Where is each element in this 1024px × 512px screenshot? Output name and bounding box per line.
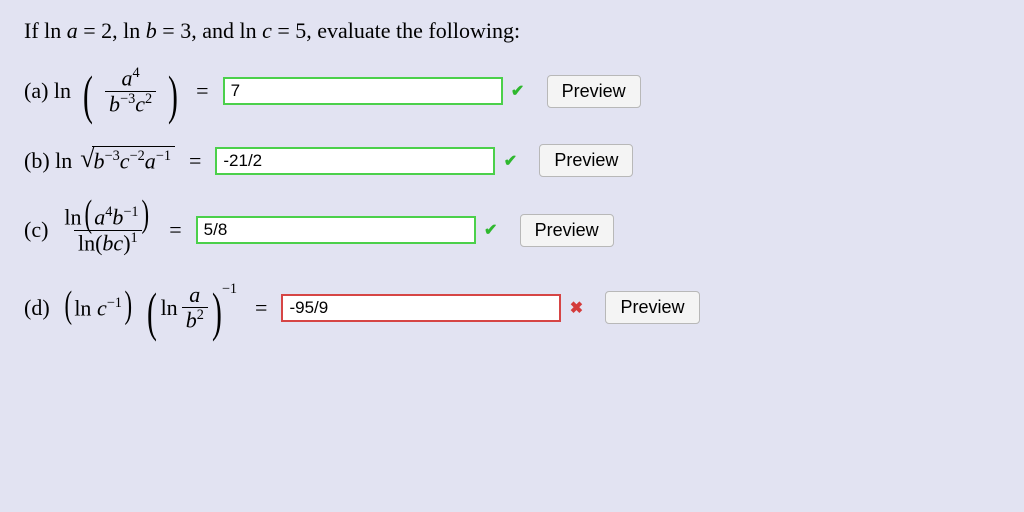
expr: b	[112, 204, 123, 229]
equals-sign: =	[169, 217, 181, 243]
expr: −3	[105, 148, 120, 164]
expr: ln	[64, 204, 81, 229]
frac-d: a b2	[182, 283, 208, 333]
expr: 1	[131, 230, 138, 246]
prompt-text: = 3, and ln	[157, 18, 262, 43]
answer-b-input[interactable]	[215, 147, 495, 175]
var-a: a	[67, 18, 78, 43]
check-icon: ✔	[501, 151, 519, 171]
part-d-label: (d)	[24, 295, 50, 321]
expr: −1	[107, 295, 122, 311]
radical-icon: √	[80, 146, 94, 172]
frac-a: a4 b−3c2	[105, 66, 156, 116]
equals-sign: =	[189, 148, 201, 174]
var-c: c	[262, 18, 272, 43]
frac-d-num: a	[185, 283, 204, 307]
answer-d-input[interactable]	[281, 294, 561, 322]
cross-icon: ✖	[567, 298, 585, 318]
expr: a	[189, 282, 200, 307]
expr: 2	[145, 91, 152, 107]
prompt-text: If ln	[24, 18, 67, 43]
answer-c-input[interactable]	[196, 216, 476, 244]
d-factor2: ( ln a b2 ) −1	[143, 283, 241, 333]
equals-sign: =	[255, 295, 267, 321]
expr: 4	[133, 65, 140, 81]
preview-a-button[interactable]: Preview	[547, 75, 641, 108]
check-icon: ✔	[509, 81, 527, 101]
outer-exp: −1	[222, 281, 237, 298]
part-d-row: (d) (ln c−1) ( ln a b2 ) −1 = ✖ Preview	[24, 283, 1000, 333]
check-icon: ✔	[482, 220, 500, 240]
d-factor1: (ln c−1)	[62, 295, 135, 321]
preview-b-button[interactable]: Preview	[539, 144, 633, 177]
sqrt-b: √ b−3c−2a−1	[80, 146, 175, 174]
expr: 2	[197, 307, 204, 323]
part-c-row: (c) ln(a4b−1) ln(bc)1 = ✔ Preview	[24, 205, 1000, 255]
part-a-row: (a) ln ( a4 b−3c2 ) = ✔ Preview	[24, 66, 1000, 116]
part-b-label: (b) ln	[24, 148, 72, 174]
expr: c	[120, 149, 130, 174]
expr: a	[122, 65, 133, 90]
var-b: b	[146, 18, 157, 43]
equals-sign: =	[196, 78, 208, 104]
frac-a-num: a4	[118, 66, 144, 91]
frac-d-den: b2	[182, 307, 208, 333]
frac-c: ln(a4b−1) ln(bc)1	[60, 205, 155, 255]
expr: −3	[120, 91, 135, 107]
part-b-row: (b) ln √ b−3c−2a−1 = ✔ Preview	[24, 144, 1000, 177]
radicand: b−3c−2a−1	[92, 146, 175, 174]
expr: a	[94, 204, 105, 229]
preview-d-button[interactable]: Preview	[605, 291, 699, 324]
expr: b	[109, 91, 120, 116]
question-prompt: If ln a = 2, ln b = 3, and ln c = 5, eva…	[24, 18, 1000, 44]
expr: c	[97, 295, 107, 320]
expr: ln	[161, 295, 178, 321]
prompt-text: = 2, ln	[78, 18, 146, 43]
part-c-label: (c)	[24, 217, 48, 243]
expr: bc	[102, 230, 123, 255]
expr: ln	[74, 295, 97, 320]
expr: c	[135, 91, 145, 116]
frac-c-num: ln(a4b−1)	[60, 205, 155, 230]
expr: −1	[156, 148, 171, 164]
answer-a-input[interactable]	[223, 77, 503, 105]
prompt-text: = 5, evaluate the following:	[272, 18, 520, 43]
expr: a	[145, 149, 156, 174]
expr: b	[186, 308, 197, 333]
part-a-label: (a) ln	[24, 78, 71, 104]
frac-a-den: b−3c2	[105, 91, 156, 117]
expr: −2	[130, 148, 145, 164]
expr: −1	[123, 204, 138, 220]
preview-c-button[interactable]: Preview	[520, 214, 614, 247]
expr: b	[94, 149, 105, 174]
